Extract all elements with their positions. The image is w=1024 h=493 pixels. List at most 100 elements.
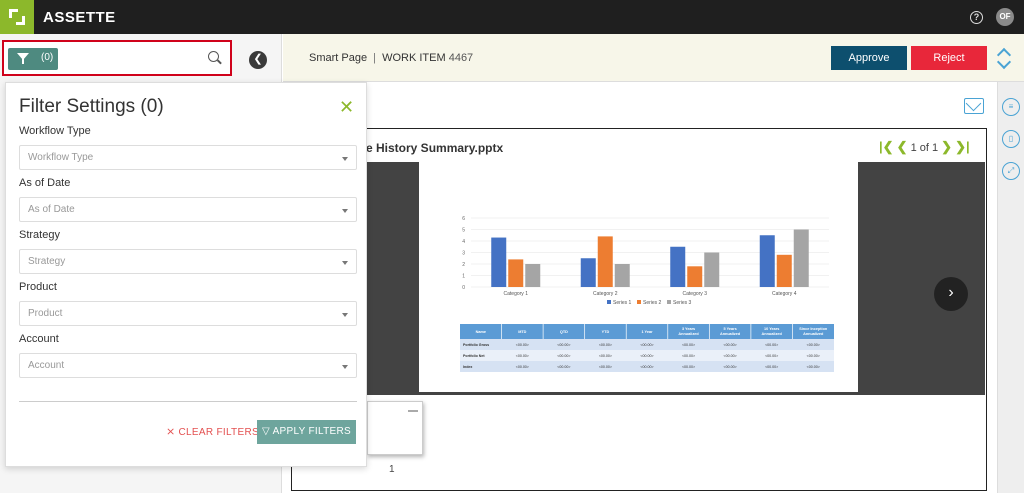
table-header-cell: 10 Years [764,327,779,331]
bar [759,235,775,287]
apply-filters-button[interactable]: ▽ APPLY FILTERS [257,420,356,444]
bar [793,229,809,287]
close-icon[interactable]: ✕ [339,98,354,116]
first-page-icon[interactable]: |❮ [879,139,894,154]
table-header-cell: Since Inception [799,327,828,331]
table-cell: <00.00> [557,354,570,358]
y-tick-label: 3 [462,251,465,257]
search-bar[interactable]: (0) [2,40,232,76]
top-bar: ASSETTE ? OF [0,0,1024,34]
table-cell: <00.00> [682,343,695,347]
bar [491,237,507,287]
mail-icon[interactable] [964,98,984,114]
document-icon[interactable]: ▯ [1002,130,1020,148]
legend-swatch [637,300,641,304]
search-icon[interactable] [208,51,219,62]
reject-button[interactable]: Reject [911,46,987,70]
table-header-cell: YTD [602,330,610,334]
table-cell: <00.00> [640,343,653,347]
table-header-cell: 3 Years [682,327,695,331]
collapse-panel-button[interactable]: ❮ [249,51,267,69]
table-header-cell: Annualized [762,332,783,336]
table-cell: Portfolio Net [463,354,485,358]
legend-label: Series 1 [613,300,632,306]
comment-icon[interactable]: ≡ [1002,98,1020,116]
table-cell: <00.00> [599,343,612,347]
as-of-date-placeholder: As of Date [28,204,75,215]
table-cell: <00.00> [724,365,737,369]
table-cell: <00.00> [724,354,737,358]
user-avatar[interactable]: OF [996,8,1014,26]
y-tick-label: 2 [462,262,465,268]
table-cell: <00.00> [682,365,695,369]
bar [525,264,541,287]
bar [704,252,720,287]
workflow-type-placeholder: Workflow Type [28,152,94,163]
bar [614,264,630,287]
work-item-number: 4467 [448,52,474,64]
clear-filters-label: CLEAR FILTERS [178,427,259,438]
chevron-down-icon [342,313,348,317]
table-cell: <00.00> [516,343,529,347]
right-tool-rail: ≡ ▯ ⤢ [997,82,1024,493]
funnel-icon: ▽ [262,426,273,437]
bar [508,259,524,287]
table-cell: <00.00> [765,354,778,358]
y-tick-label: 4 [462,239,465,245]
filter-count: (0) [41,52,54,63]
table-cell: <00.00> [807,365,820,369]
help-icon[interactable]: ? [970,11,983,24]
slide-thumbnail[interactable] [367,401,423,455]
filter-toggle-button[interactable]: (0) [8,48,58,70]
expand-icon[interactable]: ⤢ [1002,162,1020,180]
product-select[interactable]: Product [19,301,357,326]
thumbnail-number: 1 [389,464,395,475]
filter-settings-panel: Filter Settings (0) ✕ Workflow Type Work… [5,82,367,467]
table-header-cell: Name [476,330,486,334]
table-cell: <00.00> [765,365,778,369]
strategy-select[interactable]: Strategy [19,249,357,274]
legend-label: Series 3 [673,300,692,306]
prev-page-icon[interactable]: ❮ [897,139,908,154]
next-page-icon[interactable]: ❯ [941,139,952,154]
bar [580,258,596,287]
table-cell: <00.00> [557,343,570,347]
title-separator: | [373,52,377,64]
slide-chart: 0 1 2 3 4 5 6 Category 1 Category 2 Category 3 Cat… [460,216,834,372]
legend-swatch [667,300,671,304]
app-logo[interactable] [0,0,34,34]
strategy-label: Strategy [19,229,60,241]
table-header-cell: Annualized [678,332,699,336]
account-placeholder: Account [28,360,65,371]
bar [687,266,703,287]
x-tick-label: Category 2 [593,291,618,297]
clear-filters-button[interactable]: ⨯ CLEAR FILTERS [166,425,259,438]
table-header-cell: QTD [560,330,568,334]
work-item-label: WORK ITEM [382,52,446,64]
apply-filters-label: APPLY FILTERS [272,426,351,437]
last-page-icon[interactable]: ❯| [955,139,970,154]
as-of-date-select[interactable]: As of Date [19,197,357,222]
document-viewer: e History Summary.pptx |❮ ❮ 1 of 1 ❯ ❯| … [291,128,987,491]
bar [670,246,686,287]
product-label: Product [19,281,57,293]
table-cell: Index [463,365,472,369]
account-select[interactable]: Account [19,353,357,378]
table-cell: <00.00> [682,354,695,358]
next-slide-button[interactable]: › [934,277,968,311]
slide-area: 0 1 2 3 4 5 6 Category 1 Category 2 Category 3 Cat… [292,162,985,395]
table-cell: <00.00> [807,343,820,347]
table-cell: <00.00> [765,343,778,347]
workflow-type-select[interactable]: Workflow Type [19,145,357,170]
work-item-header: Smart Page | WORK ITEM 4467 Approve Reje… [283,34,1024,82]
clear-filter-icon: ⨯ [166,426,176,438]
table-header-cell: 5 Years [723,327,736,331]
pager: |❮ ❮ 1 of 1 ❯ ❯| [879,139,970,155]
table-cell: <00.00> [807,354,820,358]
table-cell: <00.00> [599,354,612,358]
y-tick-label: 5 [462,228,465,234]
chevron-down-icon [342,365,348,369]
approve-button[interactable]: Approve [831,46,907,70]
x-tick-label: Category 1 [504,291,529,297]
table-cell: <00.00> [516,365,529,369]
